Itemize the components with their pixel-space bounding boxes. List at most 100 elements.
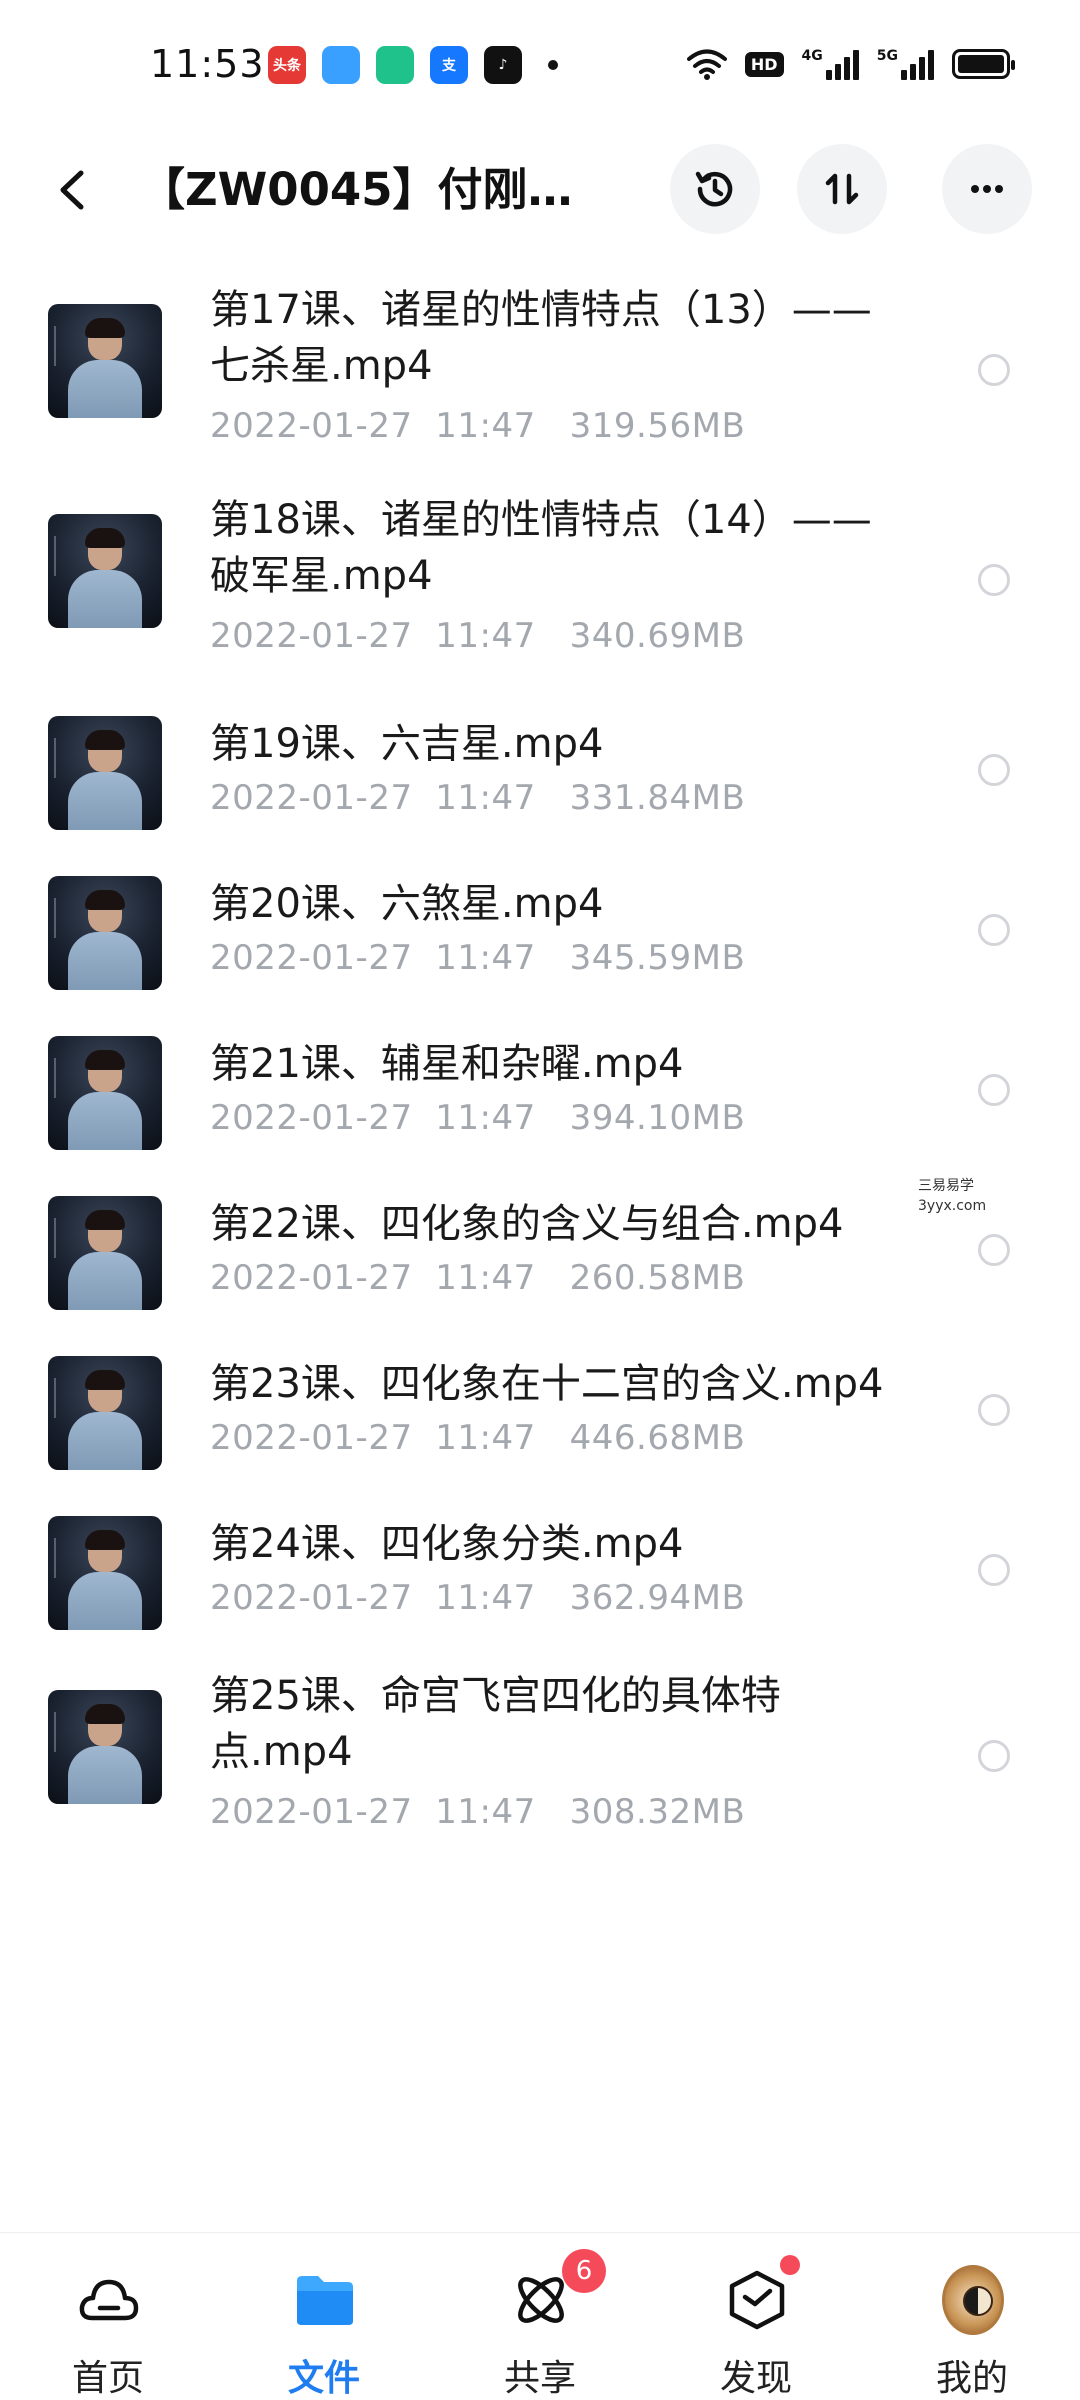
nav-label: 发现 bbox=[719, 2358, 792, 2399]
history-icon bbox=[695, 171, 733, 207]
file-time: 11:47 bbox=[435, 1792, 536, 1832]
nav-discover[interactable]: 发现 bbox=[676, 2233, 836, 2400]
file-time: 11:47 bbox=[435, 1418, 536, 1458]
file-size: 319.56MB bbox=[569, 406, 746, 446]
file-meta: 2022-01-27 11:47 362.94MB bbox=[210, 1578, 745, 1618]
file-date: 2022-01-27 bbox=[210, 778, 413, 818]
file-date: 2022-01-27 bbox=[210, 938, 413, 978]
file-time: 11:47 bbox=[435, 1578, 536, 1618]
status-bar: 11:53 头条 支 ♪ HD 4G 5G bbox=[0, 0, 1080, 130]
file-size: 260.58MB bbox=[569, 1258, 746, 1298]
red-dot-indicator bbox=[780, 2255, 800, 2275]
file-date: 2022-01-27 bbox=[210, 1578, 413, 1618]
more-icon bbox=[971, 185, 1003, 193]
file-name: 第17课、诸星的性情特点（13）——七杀星.mp4 bbox=[210, 287, 872, 389]
select-radio[interactable] bbox=[978, 1074, 1010, 1106]
file-meta: 2022-01-27 11:47 331.84MB bbox=[210, 778, 745, 818]
file-row[interactable]: 第18课、诸星的性情特点（14）——破军星.mp4 2022-01-27 11:4… bbox=[0, 470, 1080, 670]
nav-home[interactable]: 首页 bbox=[28, 2233, 188, 2400]
sort-button[interactable] bbox=[797, 144, 887, 234]
file-row[interactable]: 第25课、命宫飞宫四化的具体特点.mp4 2022-01-27 11:47 308… bbox=[0, 1646, 1080, 1846]
video-thumbnail bbox=[48, 1516, 162, 1630]
file-date: 2022-01-27 bbox=[210, 406, 413, 446]
select-radio[interactable] bbox=[978, 1554, 1010, 1586]
file-date: 2022-01-27 bbox=[210, 1258, 413, 1298]
watermark: 三易易学 3yyx.com bbox=[918, 1178, 987, 1214]
file-name: 第22课、四化象的含义与组合.mp4 bbox=[210, 1201, 844, 1247]
file-date: 2022-01-27 bbox=[210, 1098, 413, 1138]
file-meta: 2022-01-27 11:47 340.69MB bbox=[210, 616, 745, 656]
file-row[interactable]: 第23课、四化象在十二宫的含义.mp4 2022-01-27 11:47 446.… bbox=[0, 1326, 1080, 1476]
video-thumbnail bbox=[48, 716, 162, 830]
file-meta: 2022-01-27 11:47 260.58MB bbox=[210, 1258, 745, 1298]
file-meta: 2022-01-27 11:47 319.56MB bbox=[210, 406, 745, 446]
file-date: 2022-01-27 bbox=[210, 1418, 413, 1458]
video-thumbnail bbox=[48, 1356, 162, 1470]
file-meta: 2022-01-27 11:47 394.10MB bbox=[210, 1098, 745, 1138]
history-button[interactable] bbox=[670, 144, 760, 234]
status-indicators: HD 4G 5G bbox=[686, 48, 1015, 80]
file-meta: 2022-01-27 11:47 446.68MB bbox=[210, 1418, 745, 1458]
file-size: 331.84MB bbox=[569, 778, 746, 818]
file-row[interactable]: 第20课、六煞星.mp4 2022-01-27 11:47 345.59MB bbox=[0, 846, 1080, 996]
nav-label: 首页 bbox=[71, 2358, 144, 2399]
page-title: 【ZW0045】付刚紫... bbox=[140, 163, 610, 216]
video-thumbnail bbox=[48, 1036, 162, 1150]
chevron-left-icon bbox=[60, 170, 84, 210]
select-radio[interactable] bbox=[978, 914, 1010, 946]
sort-icon bbox=[825, 173, 859, 205]
status-app-icons: 头条 支 ♪ bbox=[268, 46, 558, 84]
more-notifications-dot bbox=[548, 60, 558, 70]
feishu-icon bbox=[322, 46, 360, 84]
file-name: 第25课、命宫飞宫四化的具体特点.mp4 bbox=[210, 1673, 781, 1775]
file-row[interactable]: 第24课、四化象分类.mp4 2022-01-27 11:47 362.94MB bbox=[0, 1486, 1080, 1636]
alipay-icon: 支 bbox=[430, 46, 468, 84]
file-size: 394.10MB bbox=[569, 1098, 746, 1138]
nav-label: 文件 bbox=[287, 2358, 360, 2399]
select-radio[interactable] bbox=[978, 1234, 1010, 1266]
nav-files[interactable]: 文件 bbox=[244, 2233, 404, 2400]
signal-5g-icon: 5G bbox=[877, 48, 934, 80]
file-row[interactable]: 第21课、辅星和杂曜.mp4 2022-01-27 11:47 394.10MB bbox=[0, 1006, 1080, 1156]
select-radio[interactable] bbox=[978, 354, 1010, 386]
file-size: 345.59MB bbox=[569, 938, 746, 978]
file-meta: 2022-01-27 11:47 345.59MB bbox=[210, 938, 745, 978]
file-name: 第23课、四化象在十二宫的含义.mp4 bbox=[210, 1361, 884, 1407]
top-bar: 【ZW0045】付刚紫... bbox=[0, 140, 1080, 240]
app-green-icon bbox=[376, 46, 414, 84]
nav-share[interactable]: 6 共享 bbox=[460, 2233, 620, 2400]
file-time: 11:47 bbox=[435, 406, 536, 446]
notification-badge: 6 bbox=[562, 2249, 606, 2293]
back-button[interactable] bbox=[44, 162, 100, 218]
select-radio[interactable] bbox=[978, 754, 1010, 786]
video-thumbnail bbox=[48, 876, 162, 990]
file-row[interactable]: 第19课、六吉星.mp4 2022-01-27 11:47 331.84MB bbox=[0, 686, 1080, 836]
file-name: 第20课、六煞星.mp4 bbox=[210, 881, 604, 927]
bottom-nav: 首页 文件 6 共享 发现 我的 bbox=[0, 2232, 1080, 2400]
select-radio[interactable] bbox=[978, 564, 1010, 596]
file-time: 11:47 bbox=[435, 1098, 536, 1138]
avatar bbox=[942, 2265, 1004, 2335]
nav-label: 我的 bbox=[935, 2358, 1008, 2399]
file-date: 2022-01-27 bbox=[210, 616, 413, 656]
nav-label: 共享 bbox=[503, 2358, 576, 2399]
toutiao-icon: 头条 bbox=[268, 46, 306, 84]
file-time: 11:47 bbox=[435, 778, 536, 818]
cube-icon bbox=[726, 2269, 788, 2331]
hd-badge: HD bbox=[744, 51, 784, 77]
video-thumbnail bbox=[48, 1196, 162, 1310]
select-radio[interactable] bbox=[978, 1394, 1010, 1426]
file-size: 308.32MB bbox=[569, 1792, 746, 1832]
file-name: 第24课、四化象分类.mp4 bbox=[210, 1521, 684, 1567]
video-thumbnail bbox=[48, 304, 162, 418]
douyin-icon: ♪ bbox=[484, 46, 522, 84]
more-button[interactable] bbox=[942, 144, 1032, 234]
select-radio[interactable] bbox=[978, 1740, 1010, 1772]
file-name: 第19课、六吉星.mp4 bbox=[210, 721, 604, 767]
file-meta: 2022-01-27 11:47 308.32MB bbox=[210, 1792, 745, 1832]
video-thumbnail bbox=[48, 1690, 162, 1804]
file-row[interactable]: 第17课、诸星的性情特点（13）——七杀星.mp4 2022-01-27 11:4… bbox=[0, 260, 1080, 460]
file-size: 446.68MB bbox=[569, 1418, 746, 1458]
file-size: 340.69MB bbox=[569, 616, 746, 656]
nav-me[interactable]: 我的 bbox=[892, 2233, 1052, 2400]
